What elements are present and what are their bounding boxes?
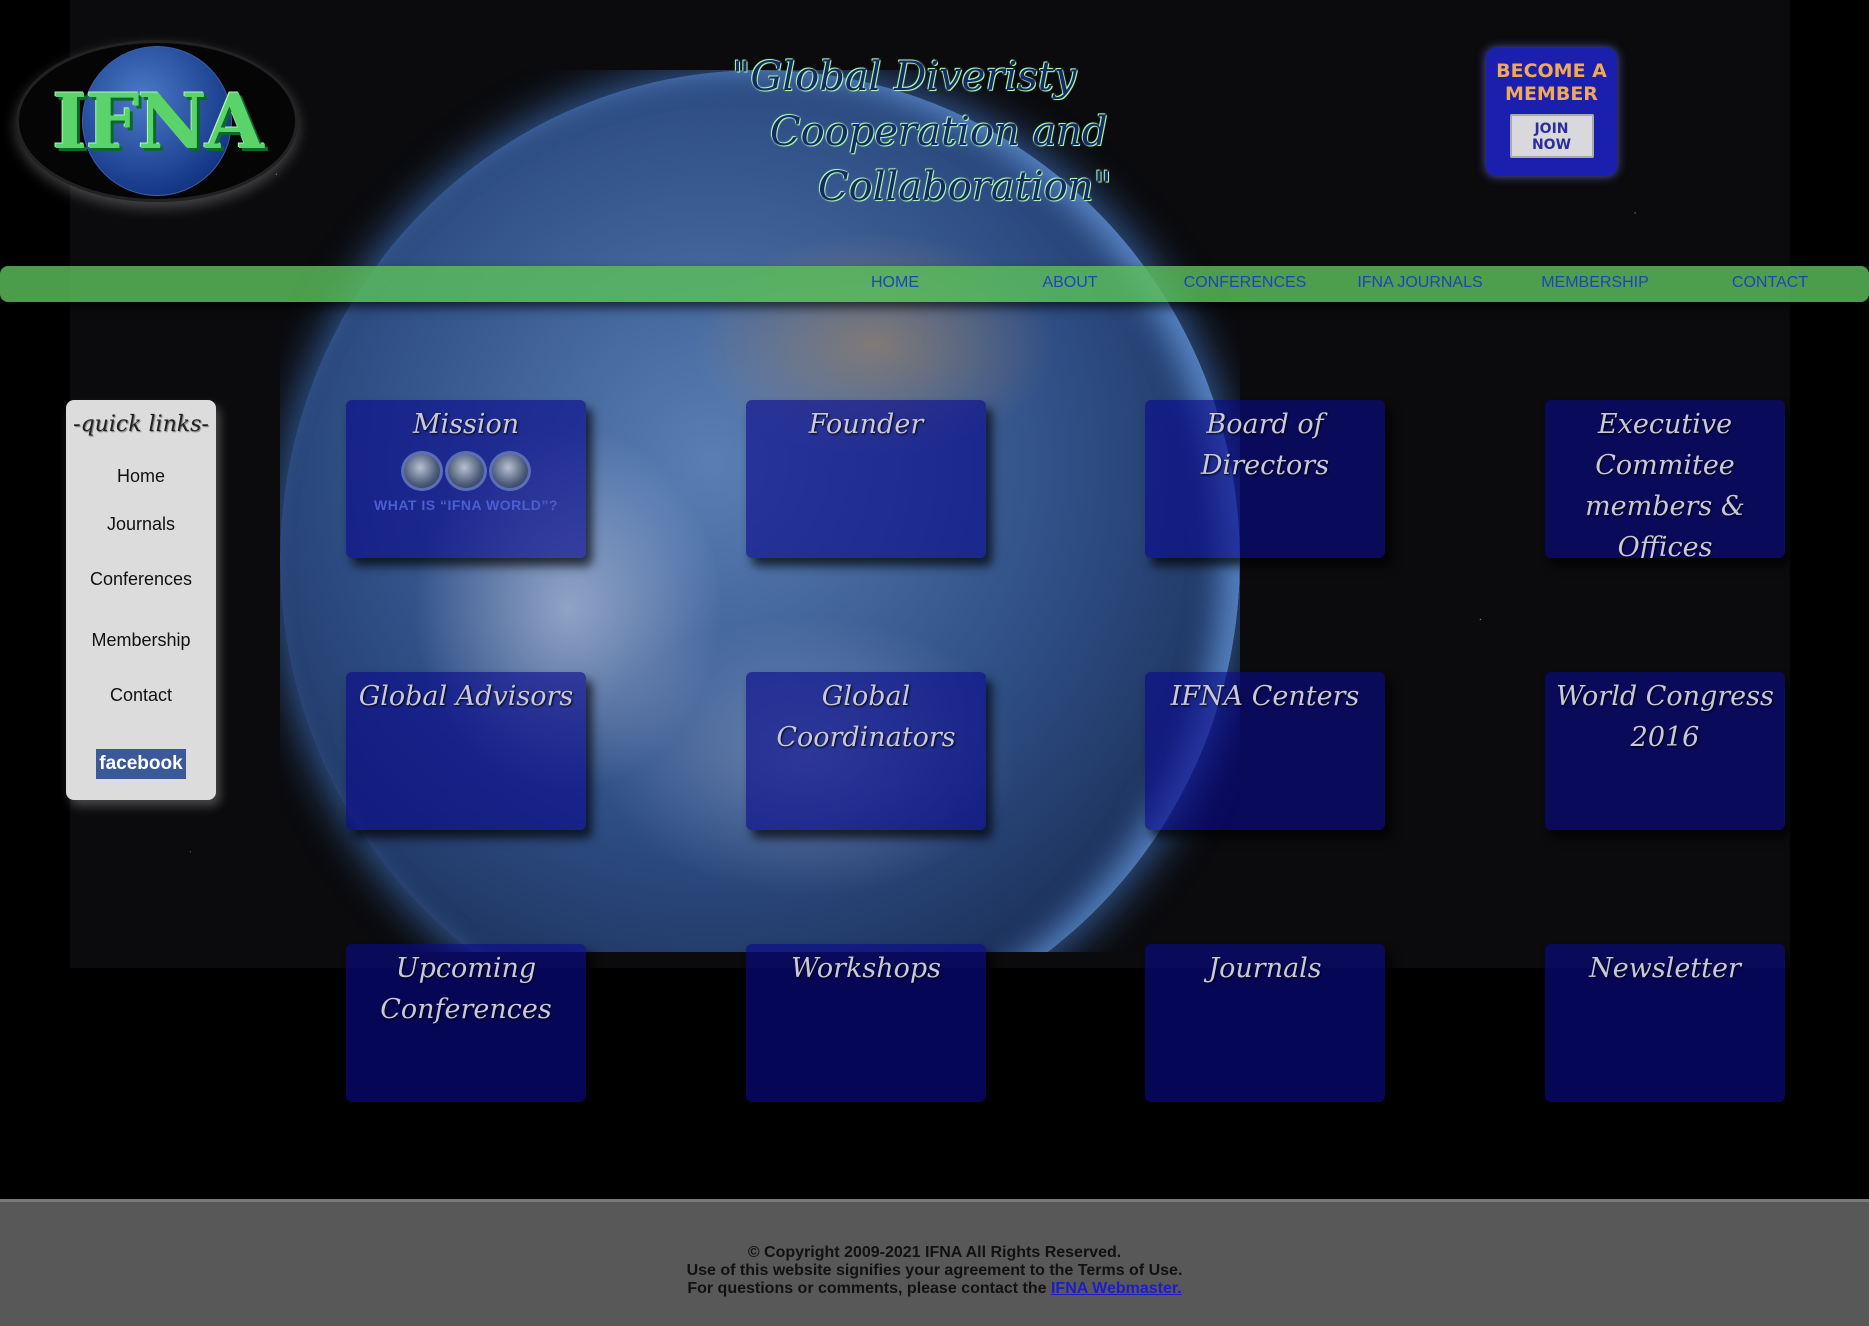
ifna-logo[interactable]: IFNA (16, 40, 298, 202)
join-button-line: NOW (1531, 137, 1572, 153)
nav-about[interactable]: ABOUT (990, 274, 1150, 292)
tile-caption: WHAT IS “IFNA WORLD”? (374, 497, 558, 513)
webmaster-link[interactable]: IFNA Webmaster. (1051, 1280, 1182, 1297)
quick-links-panel: -quick links- Home Journals Conferences … (66, 400, 216, 800)
tile-title: Global Advisors (358, 681, 574, 712)
facebook-button[interactable]: facebook (96, 749, 186, 779)
tile-title: Board of Directors (1200, 409, 1330, 481)
tile-executive-committee[interactable]: Executive Commitee members & Offices (1545, 400, 1785, 558)
tile-title: Founder (808, 409, 924, 440)
quick-link-conferences[interactable]: Conferences (66, 569, 216, 590)
tile-title: Global Coordinators (776, 681, 956, 753)
globe-icon (445, 451, 487, 491)
tile-board-of-directors[interactable]: Board of Directors (1145, 400, 1385, 558)
globe-icon (401, 451, 443, 491)
member-title-line: BECOME A (1496, 60, 1607, 82)
footer-contact: For questions or comments, please contac… (0, 1280, 1869, 1298)
site-tagline: "Global Diveristy Cooperation and Collab… (700, 50, 1120, 215)
tile-global-coordinators[interactable]: Global Coordinators (746, 672, 986, 830)
ifna-world-globes-icon (346, 451, 586, 491)
tile-upcoming-conferences[interactable]: Upcoming Conferences (346, 944, 586, 1102)
tile-title: Journals (1208, 953, 1322, 984)
tile-ifna-centers[interactable]: IFNA Centers (1145, 672, 1385, 830)
footer-contact-text: For questions or comments, please contac… (687, 1280, 1047, 1297)
tile-founder[interactable]: Founder (746, 400, 986, 558)
tile-workshops[interactable]: Workshops (746, 944, 986, 1102)
tile-title: Newsletter (1589, 953, 1741, 984)
member-title-line: MEMBER (1505, 83, 1598, 105)
main-nav: HOME ABOUT CONFERENCES IFNA JOURNALS MEM… (0, 266, 1869, 302)
globe-icon (489, 451, 531, 491)
tile-mission[interactable]: Mission WHAT IS “IFNA WORLD”? (346, 400, 586, 558)
quick-links-title: -quick links- (73, 412, 209, 437)
nav-membership[interactable]: MEMBERSHIP (1515, 274, 1675, 292)
tagline-line: Cooperation and (770, 109, 1108, 155)
quick-link-membership[interactable]: Membership (66, 630, 216, 651)
nav-contact[interactable]: CONTACT (1690, 274, 1850, 292)
quick-link-journals[interactable]: Journals (66, 514, 216, 535)
quick-link-home[interactable]: Home (66, 466, 216, 487)
member-badge-title: BECOME A MEMBER (1486, 60, 1617, 106)
tagline-line: "Global Diveristy (732, 54, 1077, 100)
tile-title: Mission (412, 409, 520, 440)
tagline-line: Collaboration" (818, 164, 1112, 210)
tile-world-congress-2016[interactable]: World Congress 2016 (1545, 672, 1785, 830)
earth-background-image (280, 70, 1240, 952)
footer-copyright: © Copyright 2009-2021 IFNA All Rights Re… (747, 1244, 1122, 1261)
join-button-line: JOIN (1534, 121, 1569, 137)
tile-title: Upcoming Conferences (380, 953, 552, 1025)
tile-title: Workshops (790, 953, 942, 984)
tile-newsletter[interactable]: Newsletter (1545, 944, 1785, 1102)
become-member-badge[interactable]: BECOME A MEMBER JOIN NOW (1486, 48, 1617, 176)
logo-text: IFNA (52, 76, 264, 166)
quick-link-contact[interactable]: Contact (66, 685, 216, 706)
join-now-button[interactable]: JOIN NOW (1509, 114, 1594, 158)
tile-global-advisors[interactable]: Global Advisors (346, 672, 586, 830)
tile-title: Executive Commitee members & Offices (1585, 409, 1745, 558)
footer-terms: Use of this website signifies your agree… (686, 1262, 1183, 1279)
tile-title: IFNA Centers (1170, 681, 1360, 712)
nav-home[interactable]: HOME (815, 274, 975, 292)
tile-title: World Congress 2016 (1556, 681, 1774, 753)
site-footer: © Copyright 2009-2021 IFNA All Rights Re… (0, 1199, 1869, 1326)
nav-ifna-journals[interactable]: IFNA JOURNALS (1340, 274, 1500, 292)
nav-conferences[interactable]: CONFERENCES (1165, 274, 1325, 292)
tile-journals[interactable]: Journals (1145, 944, 1385, 1102)
